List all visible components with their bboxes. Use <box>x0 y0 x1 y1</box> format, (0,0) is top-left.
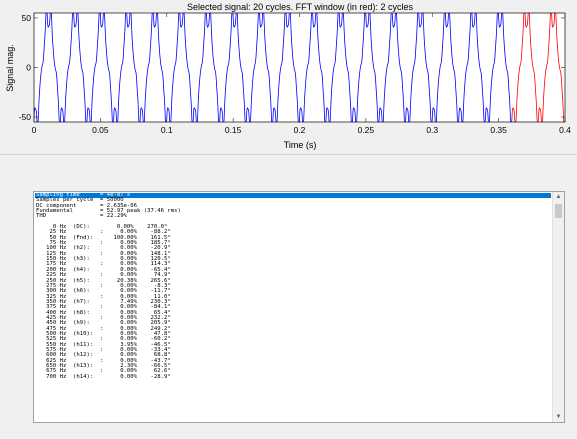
plot-area <box>34 13 565 122</box>
signal-plot-panel: 0 0.05 0.1 0.15 0.2 0.25 0.3 0.35 0.4 -50 0 50 Sel… <box>0 0 577 152</box>
signal-chart: 0 0.05 0.1 0.15 0.2 0.25 0.3 0.35 0.4 -50050 Sel… <box>0 0 577 152</box>
chart-title: Selected signal: 20 cycles. FFT window (… <box>187 2 413 12</box>
y-tick-label: 50 <box>22 13 32 23</box>
x-tick-label: 0.1 <box>161 125 173 135</box>
vertical-scrollbar[interactable]: ▲ ▼ <box>552 192 564 422</box>
fft-report-listbox[interactable]: Sampling time = 4e-07 s Samples per cycle… <box>33 191 565 423</box>
y-tick-label: -50 <box>19 112 32 122</box>
report-line[interactable]: 700 Hz (h14): 0.00% -28.9° <box>35 374 551 380</box>
x-tick-label: 0.2 <box>294 125 306 135</box>
y-axis-label: Signal mag. <box>5 44 15 92</box>
x-tick-label: 0 <box>32 125 37 135</box>
scroll-down-icon[interactable]: ▼ <box>553 412 564 422</box>
panel-divider <box>0 154 577 155</box>
x-tick-label: 0.25 <box>358 125 375 135</box>
scroll-thumb[interactable] <box>555 204 562 218</box>
x-tick-label: 0.35 <box>490 125 507 135</box>
x-axis-label: Time (s) <box>284 140 317 150</box>
x-tick-label: 0.05 <box>92 125 109 135</box>
x-tick-label: 0.4 <box>559 125 571 135</box>
report-lines: Sampling time = 4e-07 s Samples per cycle… <box>35 192 551 380</box>
scroll-up-icon[interactable]: ▲ <box>553 192 564 202</box>
x-tick-label: 0.3 <box>426 125 438 135</box>
y-tick-label: 0 <box>26 63 31 73</box>
x-tick-label: 0.15 <box>225 125 242 135</box>
